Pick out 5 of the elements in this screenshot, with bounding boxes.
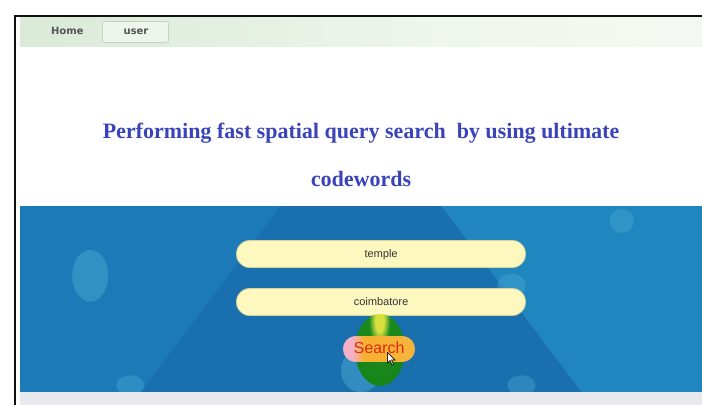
text-field[interactable]: temple — [236, 240, 526, 268]
text-field[interactable]: coimbatore — [236, 288, 526, 316]
nav-tab[interactable]: user — [102, 20, 170, 43]
nav-tab[interactable]: Home — [50, 20, 84, 43]
page-title: Performing fast spatial query search by using ultimate codewords — [102, 116, 620, 193]
